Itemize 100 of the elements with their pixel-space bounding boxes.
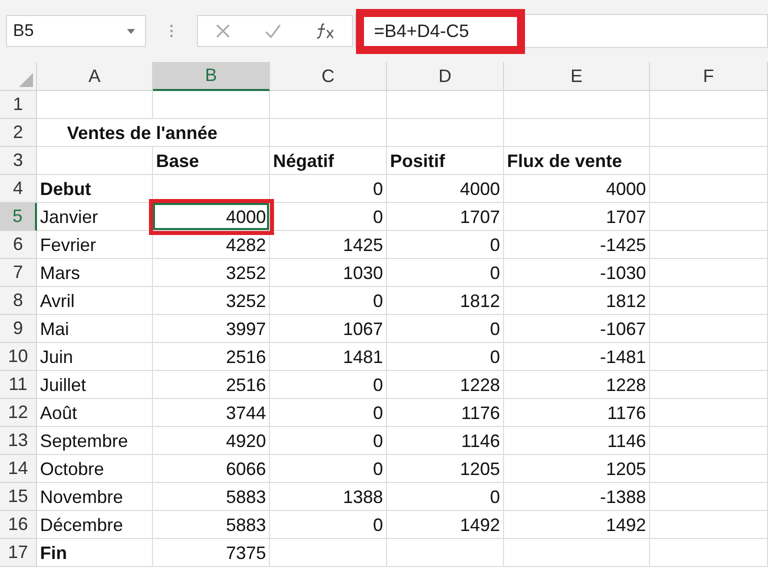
table-cell[interactable]: 2516 xyxy=(153,343,270,371)
table-cell[interactable]: 1492 xyxy=(504,511,650,539)
table-cell[interactable]: -1067 xyxy=(504,315,650,343)
row-header[interactable]: 8 xyxy=(0,287,37,315)
row-header[interactable]: 16 xyxy=(0,511,37,539)
row-header[interactable]: 2 xyxy=(0,119,37,147)
table-cell[interactable]: Debut xyxy=(37,175,153,203)
row-header[interactable]: 13 xyxy=(0,427,37,455)
drag-handle-icon[interactable] xyxy=(170,24,173,38)
table-cell[interactable] xyxy=(650,147,768,175)
table-cell[interactable]: 2516 xyxy=(153,371,270,399)
table-cell[interactable]: 1146 xyxy=(387,427,504,455)
table-cell[interactable] xyxy=(270,91,387,119)
table-cell[interactable]: 7375 xyxy=(153,539,270,567)
table-cell[interactable]: Base xyxy=(153,147,270,175)
table-cell[interactable]: 0 xyxy=(387,483,504,511)
table-cell[interactable]: Positif xyxy=(387,147,504,175)
table-cell[interactable]: 1812 xyxy=(504,287,650,315)
table-cell[interactable]: 4282 xyxy=(153,231,270,259)
table-cell[interactable]: 5883 xyxy=(153,511,270,539)
table-cell[interactable]: Mars xyxy=(37,259,153,287)
table-cell[interactable]: 5883 xyxy=(153,483,270,511)
table-cell[interactable]: Ventes de l'année xyxy=(37,119,270,147)
row-header[interactable]: 3 xyxy=(0,147,37,175)
table-cell[interactable]: Novembre xyxy=(37,483,153,511)
table-cell[interactable]: 1030 xyxy=(270,259,387,287)
table-cell[interactable]: 3252 xyxy=(153,259,270,287)
column-header[interactable]: E xyxy=(504,62,650,91)
table-cell[interactable]: 1146 xyxy=(504,427,650,455)
table-cell[interactable]: Fevrier xyxy=(37,231,153,259)
table-cell[interactable]: 1388 xyxy=(270,483,387,511)
table-cell[interactable]: Négatif xyxy=(270,147,387,175)
table-cell[interactable] xyxy=(387,119,504,147)
table-cell[interactable]: 1228 xyxy=(387,371,504,399)
row-header[interactable]: 15 xyxy=(0,483,37,511)
table-cell[interactable]: 1067 xyxy=(270,315,387,343)
table-cell[interactable] xyxy=(650,427,768,455)
table-cell[interactable] xyxy=(650,315,768,343)
table-cell[interactable]: 1492 xyxy=(387,511,504,539)
table-cell[interactable] xyxy=(650,511,768,539)
table-cell[interactable]: 3997 xyxy=(153,315,270,343)
table-cell[interactable]: -1030 xyxy=(504,259,650,287)
table-cell[interactable] xyxy=(153,91,270,119)
row-header[interactable]: 10 xyxy=(0,343,37,371)
row-header[interactable]: 11 xyxy=(0,371,37,399)
table-cell[interactable] xyxy=(650,119,768,147)
row-header[interactable]: 1 xyxy=(0,91,37,119)
table-cell[interactable]: Août xyxy=(37,399,153,427)
table-cell[interactable]: 1481 xyxy=(270,343,387,371)
table-cell[interactable]: 0 xyxy=(270,371,387,399)
table-cell[interactable]: Mai xyxy=(37,315,153,343)
table-cell[interactable] xyxy=(650,455,768,483)
table-cell[interactable]: Septembre xyxy=(37,427,153,455)
table-cell[interactable]: 0 xyxy=(387,315,504,343)
table-cell[interactable]: 1228 xyxy=(504,371,650,399)
table-cell[interactable]: 0 xyxy=(387,231,504,259)
table-cell[interactable]: 1205 xyxy=(504,455,650,483)
table-cell[interactable] xyxy=(650,259,768,287)
table-cell[interactable]: 0 xyxy=(270,511,387,539)
table-cell[interactable]: 1176 xyxy=(504,399,650,427)
table-cell[interactable]: Flux de vente xyxy=(504,147,650,175)
table-cell[interactable]: Octobre xyxy=(37,455,153,483)
column-header[interactable]: F xyxy=(650,62,768,91)
table-cell[interactable]: 1425 xyxy=(270,231,387,259)
table-cell[interactable] xyxy=(270,119,387,147)
table-cell[interactable]: 1707 xyxy=(504,203,650,231)
table-cell[interactable]: 1812 xyxy=(387,287,504,315)
table-cell[interactable] xyxy=(650,175,768,203)
table-cell[interactable] xyxy=(387,539,504,567)
column-header[interactable]: C xyxy=(270,62,387,91)
table-cell[interactable] xyxy=(650,91,768,119)
column-header[interactable]: B xyxy=(153,62,270,91)
column-header[interactable]: D xyxy=(387,62,504,91)
row-header[interactable]: 17 xyxy=(0,539,37,567)
table-cell[interactable]: Juillet xyxy=(37,371,153,399)
table-cell[interactable]: 1176 xyxy=(387,399,504,427)
table-cell[interactable]: 0 xyxy=(270,455,387,483)
row-header[interactable]: 4 xyxy=(0,175,37,203)
table-cell[interactable] xyxy=(504,539,650,567)
table-cell[interactable]: 4000 xyxy=(387,175,504,203)
table-cell[interactable]: 0 xyxy=(270,287,387,315)
table-cell[interactable] xyxy=(650,343,768,371)
table-cell[interactable] xyxy=(650,371,768,399)
table-cell[interactable]: Décembre xyxy=(37,511,153,539)
table-cell[interactable]: -1481 xyxy=(504,343,650,371)
table-cell[interactable]: Janvier xyxy=(37,203,153,231)
table-cell[interactable] xyxy=(37,147,153,175)
table-cell[interactable] xyxy=(650,203,768,231)
table-cell[interactable]: 3252 xyxy=(153,287,270,315)
table-cell[interactable] xyxy=(504,91,650,119)
row-header[interactable]: 9 xyxy=(0,315,37,343)
function-icon[interactable] xyxy=(315,22,336,40)
table-cell[interactable]: 1707 xyxy=(387,203,504,231)
table-cell[interactable]: 0 xyxy=(387,259,504,287)
name-box[interactable]: B5 xyxy=(6,15,146,47)
table-cell[interactable] xyxy=(650,399,768,427)
table-cell[interactable]: 4000 xyxy=(504,175,650,203)
table-cell[interactable]: -1425 xyxy=(504,231,650,259)
table-cell[interactable] xyxy=(270,539,387,567)
table-cell[interactable]: 0 xyxy=(270,175,387,203)
